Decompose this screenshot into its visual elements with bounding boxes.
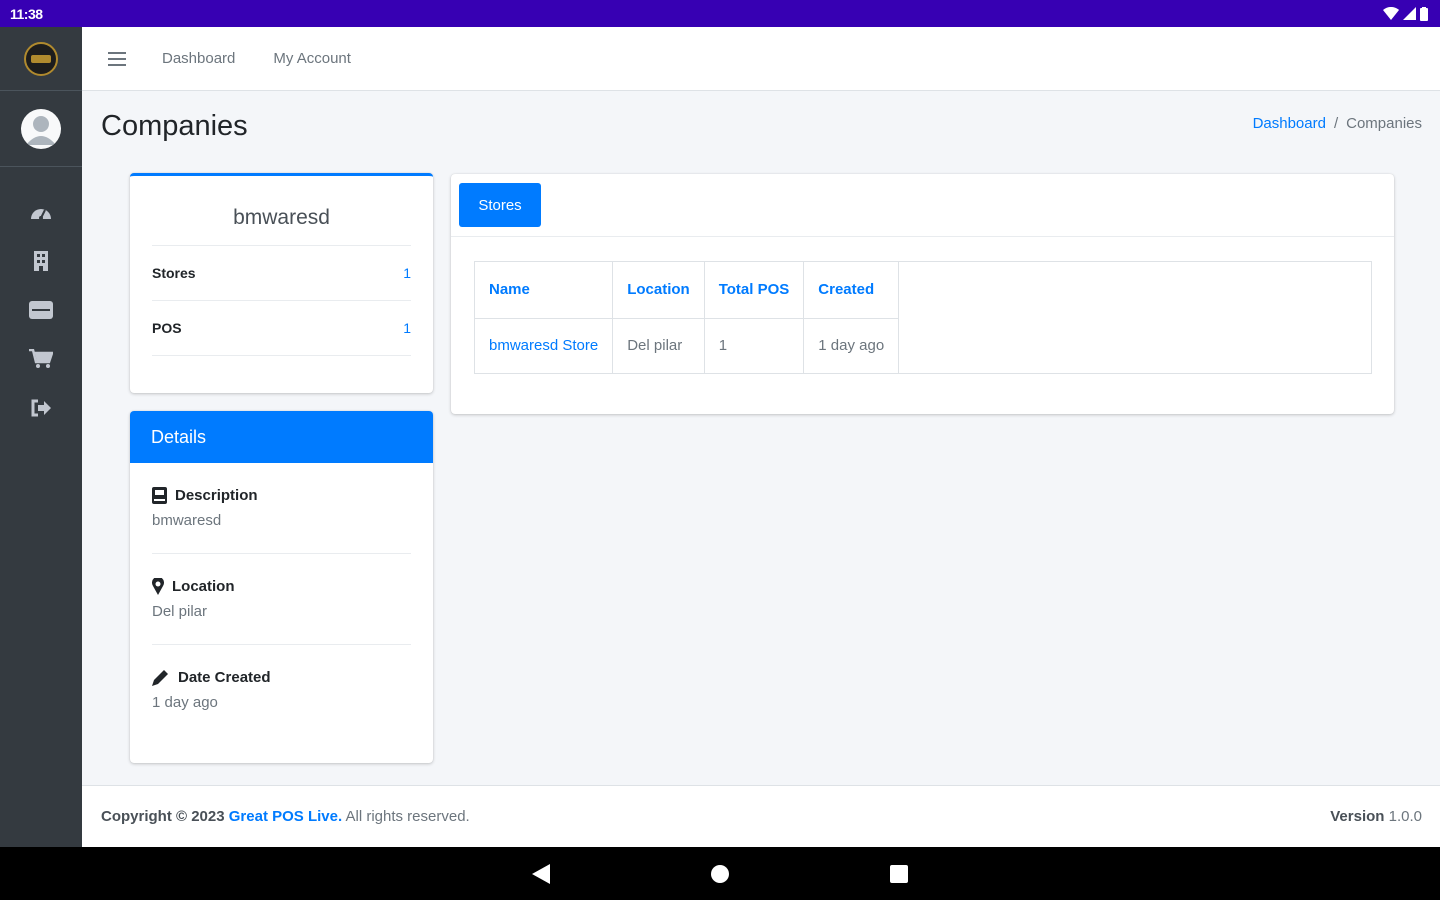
breadcrumb-home-link[interactable]: Dashboard xyxy=(1253,115,1326,132)
sidebar-item-companies[interactable] xyxy=(0,236,82,285)
breadcrumb: Dashboard / Companies xyxy=(1253,115,1422,132)
back-button[interactable] xyxy=(532,863,550,884)
stat-label: Stores xyxy=(152,265,196,281)
home-circle-icon xyxy=(711,864,729,883)
sidebar-item-dashboard[interactable] xyxy=(0,187,82,236)
top-navbar: Dashboard My Account xyxy=(82,27,1440,91)
version-label: Version xyxy=(1330,808,1385,825)
detail-value: Del pilar xyxy=(152,603,208,620)
store-created-cell: 1 day ago xyxy=(803,318,900,373)
stat-value-link[interactable]: 1 xyxy=(403,320,411,336)
version-number: 1.0.0 xyxy=(1388,808,1422,825)
stores-card-header: Stores xyxy=(451,174,1394,237)
breadcrumb-separator: / xyxy=(1333,115,1339,132)
tachometer-icon xyxy=(31,208,51,220)
menu-toggle-icon[interactable] xyxy=(108,51,126,66)
recents-button[interactable] xyxy=(890,864,908,883)
column-header-location[interactable]: Location xyxy=(612,262,705,319)
sidebar-item-logout[interactable] xyxy=(0,383,82,432)
stat-value-link[interactable]: 1 xyxy=(403,265,411,281)
recents-square-icon xyxy=(890,864,908,883)
table-header-row: Name Location Total POS Created xyxy=(475,262,900,319)
book-icon xyxy=(152,487,167,504)
footer-version: Version 1.0.0 xyxy=(1330,808,1422,825)
detail-location: Location Del pilar xyxy=(152,554,411,645)
shopping-cart-icon xyxy=(29,348,53,368)
user-panel[interactable] xyxy=(0,91,82,167)
sidebar-item-stores[interactable] xyxy=(0,285,82,334)
android-navigation-bar xyxy=(0,847,1440,900)
battery-icon xyxy=(1420,6,1428,21)
building-icon xyxy=(34,250,48,271)
detail-value: 1 day ago xyxy=(152,694,218,711)
stat-label: POS xyxy=(152,320,182,336)
footer-copyright: Copyright © 2023 Great POS Live. All rig… xyxy=(101,808,470,825)
nav-link-my-account[interactable]: My Account xyxy=(273,50,351,67)
details-card: Details Description bmwaresd Location De… xyxy=(130,411,433,763)
sidebar xyxy=(0,27,82,847)
copyright-prefix: Copyright © 2023 xyxy=(101,808,225,825)
store-name-link[interactable]: bmwaresd Store xyxy=(475,318,614,373)
column-header-name[interactable]: Name xyxy=(475,262,614,319)
home-button[interactable] xyxy=(710,864,730,884)
detail-date-created: Date Created 1 day ago xyxy=(152,645,411,736)
detail-description: Description bmwaresd xyxy=(152,463,411,554)
brand-logo xyxy=(24,41,58,76)
detail-label: Date Created xyxy=(178,669,271,686)
hdd-icon xyxy=(29,300,53,319)
user-avatar-icon xyxy=(21,108,61,149)
signal-icon xyxy=(1403,7,1416,20)
store-total-pos-cell: 1 xyxy=(704,318,805,373)
nav-link-dashboard[interactable]: Dashboard xyxy=(162,50,235,67)
detail-label: Location xyxy=(172,578,235,595)
footer: Copyright © 2023 Great POS Live. All rig… xyxy=(82,785,1440,847)
sidebar-item-cart[interactable] xyxy=(0,334,82,383)
company-name: bmwaresd xyxy=(152,176,411,246)
stores-table-wrapper: Name Location Total POS Created bmwaresd… xyxy=(474,261,1372,374)
android-status-bar: 11:38 xyxy=(0,0,1440,27)
pencil-icon xyxy=(152,670,168,686)
wifi-icon xyxy=(1383,7,1399,20)
table-row: bmwaresd Store Del pilar 1 1 day ago xyxy=(475,318,900,373)
system-icons xyxy=(1383,6,1428,21)
page-title: Companies xyxy=(101,110,248,142)
tab-stores[interactable]: Stores xyxy=(459,183,541,227)
column-header-total-pos[interactable]: Total POS xyxy=(704,262,805,319)
company-profile-card: bmwaresd Stores 1 POS 1 xyxy=(130,173,433,393)
details-header: Details xyxy=(130,411,433,463)
map-marker-icon xyxy=(152,578,164,595)
footer-brand-link[interactable]: Great POS Live. xyxy=(229,808,342,825)
store-location-cell: Del pilar xyxy=(612,318,705,373)
column-header-created[interactable]: Created xyxy=(803,262,900,319)
stores-card: Stores Name Location Total POS Created b… xyxy=(451,174,1394,414)
copyright-suffix: All rights reserved. xyxy=(345,808,470,825)
brand-logo-link[interactable] xyxy=(0,27,82,91)
back-triangle-icon xyxy=(532,863,550,884)
sign-out-icon xyxy=(31,399,51,416)
stat-row-stores: Stores 1 xyxy=(152,246,411,301)
status-time: 11:38 xyxy=(10,5,43,22)
detail-label: Description xyxy=(175,487,258,504)
stat-row-pos: POS 1 xyxy=(152,301,411,356)
detail-value: bmwaresd xyxy=(152,512,222,529)
sidebar-nav xyxy=(0,167,82,432)
breadcrumb-current: Companies xyxy=(1346,115,1422,132)
stores-table: Name Location Total POS Created bmwaresd… xyxy=(475,262,900,373)
